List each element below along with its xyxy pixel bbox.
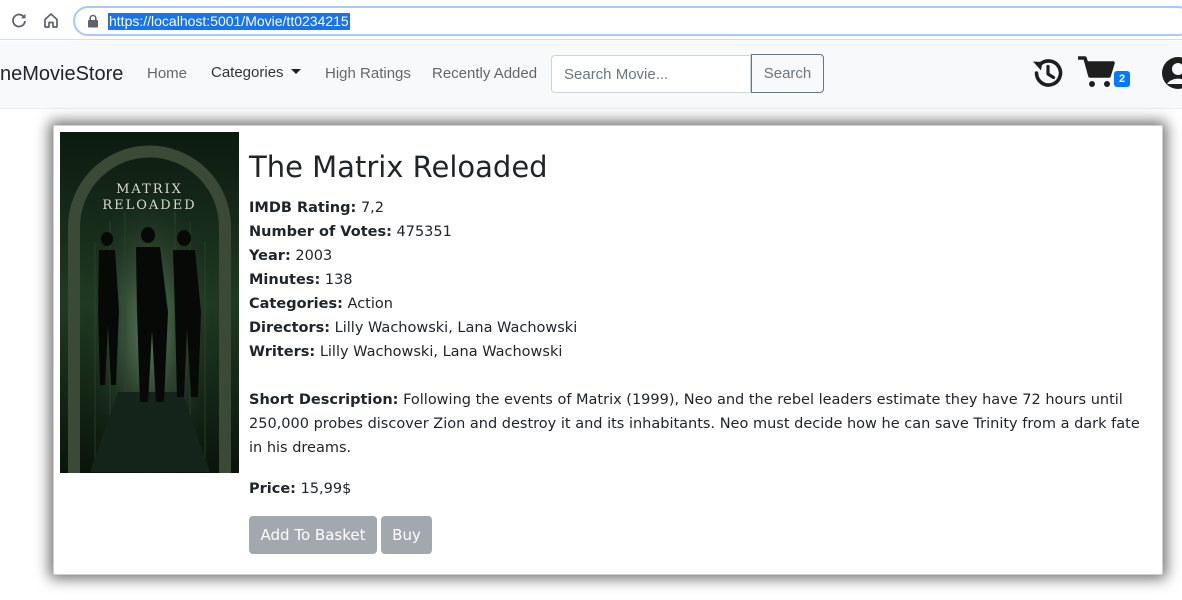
short-description: Short Description: Following the events … bbox=[249, 388, 1154, 460]
writers-label: Writers: bbox=[249, 344, 316, 360]
writers-value: Lilly Wachowski, Lana Wachowski bbox=[319, 344, 563, 360]
search-input[interactable] bbox=[551, 55, 751, 93]
rating-label: IMDB Rating: bbox=[249, 200, 357, 216]
site-brand[interactable]: neMovieStore bbox=[0, 63, 123, 86]
site-navbar: neMovieStore Home Categories High Rating… bbox=[0, 41, 1182, 109]
caret-down-icon bbox=[290, 69, 301, 74]
info-categories: Categories: Action bbox=[249, 292, 1154, 316]
address-bar[interactable]: https://localhost:5001/Movie/tt0234215 bbox=[73, 6, 1182, 36]
movie-details: The Matrix Reloaded IMDB Rating: 7,2 Num… bbox=[249, 146, 1154, 460]
votes-label: Number of Votes: bbox=[249, 224, 392, 240]
reload-icon[interactable] bbox=[9, 10, 29, 30]
search-button[interactable]: Search bbox=[751, 54, 824, 93]
info-minutes: Minutes: 138 bbox=[249, 268, 1154, 292]
year-value: 2003 bbox=[295, 248, 333, 264]
poster-title-line1: MATRIX bbox=[116, 182, 183, 197]
cart-icon[interactable] bbox=[1078, 55, 1116, 89]
movie-poster: MATRIX RELOADED bbox=[60, 132, 239, 473]
price-line: Price: 15,99$ bbox=[249, 477, 351, 501]
info-votes: Number of Votes: 475351 bbox=[249, 220, 1154, 244]
lock-icon bbox=[88, 14, 98, 28]
price-label: Price: bbox=[249, 481, 296, 497]
info-imdb-rating: IMDB Rating: 7,2 bbox=[249, 196, 1154, 220]
buy-button[interactable]: Buy bbox=[381, 516, 432, 554]
description-label: Short Description: bbox=[249, 392, 399, 408]
minutes-value: 138 bbox=[324, 272, 353, 288]
url-text[interactable]: https://localhost:5001/Movie/tt0234215 bbox=[108, 13, 350, 30]
nav-link-home[interactable]: Home bbox=[147, 65, 187, 82]
price-value: 15,99$ bbox=[300, 481, 352, 497]
user-icon[interactable] bbox=[1160, 56, 1182, 90]
movie-title: The Matrix Reloaded bbox=[249, 150, 548, 184]
nav-link-high-ratings[interactable]: High Ratings bbox=[325, 65, 411, 82]
home-icon[interactable] bbox=[41, 10, 61, 30]
nav-categories-label: Categories bbox=[211, 64, 284, 81]
categories-value: Action bbox=[347, 296, 393, 312]
cart-count-badge: 2 bbox=[1114, 71, 1130, 87]
info-writers: Writers: Lilly Wachowski, Lana Wachowski bbox=[249, 340, 1154, 364]
info-year: Year: 2003 bbox=[249, 244, 1154, 268]
info-directors: Directors: Lilly Wachowski, Lana Wachows… bbox=[249, 316, 1154, 340]
nav-link-recently-added[interactable]: Recently Added bbox=[432, 65, 537, 82]
categories-label: Categories: bbox=[249, 296, 343, 312]
add-to-basket-button[interactable]: Add To Basket bbox=[249, 516, 377, 554]
directors-value: Lilly Wachowski, Lana Wachowski bbox=[334, 320, 578, 336]
year-label: Year: bbox=[249, 248, 291, 264]
directors-label: Directors: bbox=[249, 320, 331, 336]
movie-detail-card: MATRIX RELOADED The Matrix Reloaded IMDB… bbox=[53, 125, 1163, 575]
nav-dropdown-categories[interactable]: Categories bbox=[211, 64, 301, 81]
rating-value: 7,2 bbox=[360, 200, 384, 216]
votes-value: 475351 bbox=[396, 224, 452, 240]
minutes-label: Minutes: bbox=[249, 272, 321, 288]
browser-toolbar: https://localhost:5001/Movie/tt0234215 bbox=[0, 0, 1182, 40]
poster-title-line2: RELOADED bbox=[102, 198, 197, 213]
history-icon[interactable] bbox=[1030, 56, 1064, 90]
